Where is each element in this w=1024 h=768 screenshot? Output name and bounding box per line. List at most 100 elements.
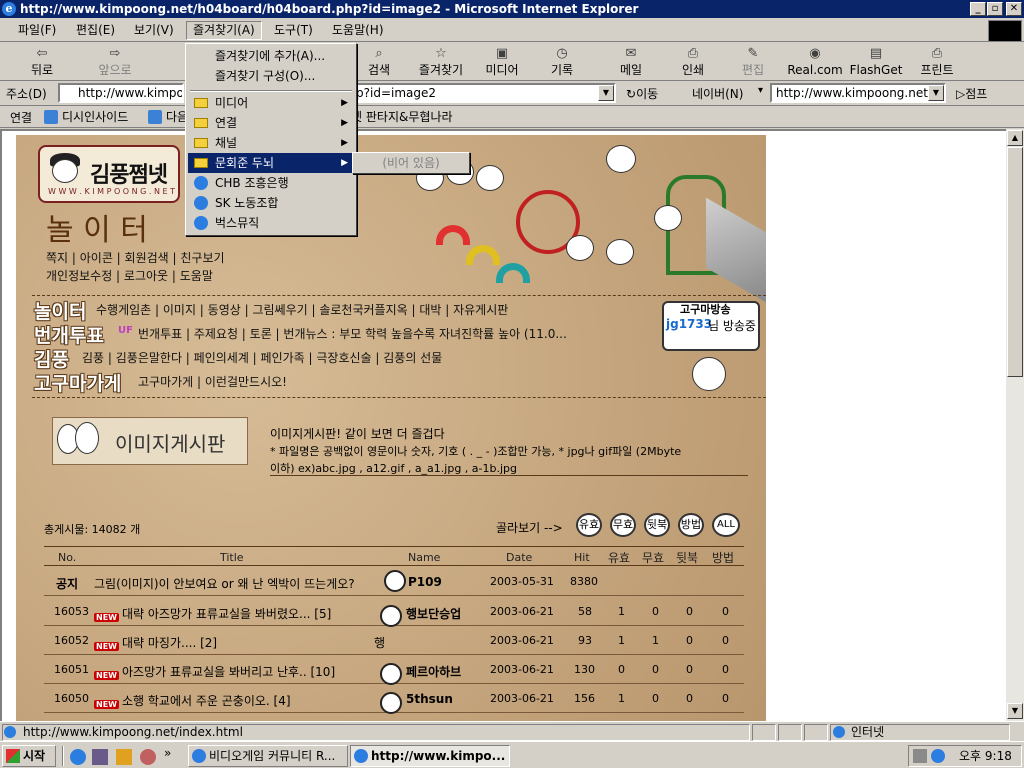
menu-separator (190, 90, 352, 92)
menu-link-chb[interactable]: CHB 조흥은행 (188, 173, 354, 193)
minimize-button[interactable]: _ (970, 2, 986, 16)
edit-button[interactable]: ✎ 편집 (736, 45, 770, 79)
broadcast-bubble[interactable]: 고구마방송 jg1733 님 방송중 (662, 301, 760, 351)
restore-button[interactable]: ▫ (987, 2, 1003, 16)
naver-url-dropdown-icon[interactable]: ▼ (928, 85, 944, 101)
table-row[interactable]: 16050 NEW 소행 학교에서 주운 곤충이오. [4] 5thsun 20… (44, 684, 744, 714)
slide (706, 197, 766, 303)
nav-links-shop[interactable]: 고구마가게 | 이런걸만드시오! (138, 373, 287, 390)
menu-add-favorite[interactable]: 즐겨찾기에 추가(A)... (188, 46, 354, 66)
address-input-tail[interactable]: p?id=image2 ▼ (352, 83, 616, 103)
post-author[interactable]: 행 (374, 634, 385, 651)
nav-title-vote[interactable]: 번개투표 (34, 321, 104, 348)
character-face-icon (606, 145, 636, 173)
flashget-button[interactable]: ▤ FlashGet (848, 45, 904, 79)
page-viewport: 김풍쩜넷 W W W . K I M P O O N G . N E T 놀 이… (0, 129, 1006, 721)
scroll-up-icon[interactable]: ▲ (1007, 130, 1023, 146)
table-row[interactable]: 16051 NEW 아즈망가 표류교실을 봐버리고 난후.. [10] 페르아하… (44, 655, 744, 685)
menu-folder-munhoejun[interactable]: 문회준 두뇌 ▶ (188, 153, 354, 173)
quicklaunch-icon[interactable] (116, 749, 132, 765)
printer-plugin-button[interactable]: ⎙ 프린트 (914, 45, 960, 79)
link-dcinside[interactable]: 디시인사이드 (44, 108, 128, 126)
menu-organize-favorites[interactable]: 즐겨찾기 구성(O)... (188, 66, 354, 86)
jump-button[interactable]: ▷점프 (956, 85, 987, 102)
pen-icon[interactable] (913, 749, 927, 763)
post-author[interactable]: 페르아하브 (406, 663, 461, 680)
menu-tools[interactable]: 도구(T) (268, 21, 319, 40)
filter-valid-button[interactable]: 유효 (576, 513, 602, 537)
filter-late-button[interactable]: 뒷북 (644, 513, 670, 537)
search-icon: ⌕ (375, 46, 383, 61)
post-title[interactable]: 그림(이미지)이 안보여요 or 왜 난 엑박이 뜨는게오? (94, 575, 355, 592)
broadcast-user[interactable]: jg1733 (666, 317, 712, 331)
menu-link-sk[interactable]: SK 노동조합 (188, 193, 354, 213)
post-title[interactable]: 대략 마징가.... [2] (122, 634, 217, 651)
menu-edit[interactable]: 편집(E) (70, 21, 121, 40)
menu-help[interactable]: 도움말(H) (326, 21, 390, 40)
scroll-down-icon[interactable]: ▼ (1007, 703, 1023, 719)
nav-title-playground[interactable]: 놀이터 (34, 297, 86, 324)
post-title[interactable]: 소행 학교에서 주운 곤충이오. [4] (122, 692, 291, 709)
ie-page-icon (354, 749, 368, 763)
realcom-button[interactable]: ◉ Real.com (784, 45, 846, 79)
nav-title-kimpoong[interactable]: 김풍 (34, 345, 69, 372)
post-author[interactable]: 행보단승업 (406, 605, 461, 622)
table-row-notice[interactable]: 공지 그림(이미지)이 안보여요 or 왜 난 엑박이 뜨는게오? P109 2… (44, 567, 744, 596)
filter-method-button[interactable]: 방법 (678, 513, 704, 537)
media-button[interactable]: ▣ 미디어 (480, 45, 524, 79)
tire-red (436, 225, 470, 245)
mail-button[interactable]: ✉ 메일 (614, 45, 648, 79)
filter-invalid-button[interactable]: 무효 (610, 513, 636, 537)
folder-icon (194, 158, 208, 168)
user-links-2[interactable]: 개인정보수정 | 로그아웃 | 도움말 (46, 267, 213, 284)
menu-folder-links[interactable]: 연결 ▶ (188, 113, 354, 133)
post-title[interactable]: 대략 아즈망가 표류교실을 봐버렸오... [5] (122, 605, 331, 622)
table-row[interactable]: 16053 NEW 대략 아즈망가 표류교실을 봐버렸오... [5] 행보단승… (44, 597, 744, 627)
nav-links-playground[interactable]: 수행게임촌 | 이미지 | 동영상 | 그림쎄우기 | 솔로천국커플지옥 | 대… (96, 301, 508, 318)
post-title[interactable]: 아즈망가 표류교실을 봐버리고 난후.. [10] (122, 663, 335, 680)
user-links-1[interactable]: 쪽지 | 아이콘 | 회원검색 | 친구보기 (46, 249, 225, 266)
search-button[interactable]: ⌕ 검색 (360, 45, 398, 79)
globe-icon[interactable] (931, 749, 945, 763)
nav-title-shop[interactable]: 고구마가게 (34, 369, 121, 396)
forward-arrow-icon: ⇨ (109, 46, 121, 61)
favorites-button[interactable]: ☆ 즐겨찾기 (414, 45, 468, 79)
menu-favorites[interactable]: 즐겨찾기(A) (186, 21, 262, 40)
scroll-thumb[interactable] (1007, 147, 1023, 377)
nav-links-vote[interactable]: 번개투표 | 주제요청 | 토론 | 번개뉴스 : 부모 학력 높을수록 자녀진… (138, 325, 567, 342)
vertical-scrollbar[interactable]: ▲ ▼ (1006, 129, 1024, 721)
post-author[interactable]: P109 (408, 575, 442, 589)
address-input[interactable]: http://www.kimpo (58, 83, 184, 103)
naver-label: 네이버(N) (692, 87, 744, 101)
go-button[interactable]: ↻이동 (626, 85, 658, 102)
menu-folder-media[interactable]: 미디어 ▶ (188, 93, 354, 113)
history-button[interactable]: ◷ 기록 (545, 45, 579, 79)
naver-url-input[interactable]: http://www.kimpoong.net/▼ (770, 83, 946, 103)
quicklaunch-icon[interactable] (140, 749, 156, 765)
start-button[interactable]: 시작 (2, 745, 56, 767)
menu-link-bugs[interactable]: 벅스뮤직 (188, 213, 354, 233)
quicklaunch-more-icon[interactable]: » (164, 746, 171, 760)
naver-dropdown-icon[interactable]: ▾ (758, 85, 763, 96)
task-videogame[interactable]: 비디오게임 커뮤니티 R... (188, 745, 348, 767)
menu-file[interactable]: 파일(F) (12, 21, 62, 40)
toolbar: ⇦ 뒤로 ⇨ 앞으로 ⌕ 검색 ☆ 즐겨찾기 ▣ 미디어 ◷ 기록 ✉ 메일 ⎙ 인쇄 ✎ 편집 … (0, 43, 1024, 81)
post-author[interactable]: 5thsun (406, 692, 453, 706)
back-button[interactable]: ⇦ 뒤로 (18, 45, 66, 79)
address-dropdown-icon[interactable]: ▼ (598, 85, 614, 101)
menu-folder-channels[interactable]: 채널 ▶ (188, 133, 354, 153)
nav-links-kimpoong[interactable]: 김풍 | 김풍은말한다 | 페인의세계 | 페인가족 | 극장호신술 | 김풍의… (82, 349, 442, 366)
menu-view[interactable]: 보기(V) (128, 21, 180, 40)
forward-button[interactable]: ⇨ 앞으로 (90, 45, 140, 79)
taskbar: 시작 » 비디오게임 커뮤니티 R... http://www.kimpo...… (0, 741, 1024, 768)
quicklaunch-ie-icon[interactable] (70, 749, 86, 765)
close-button[interactable]: ✕ (1006, 2, 1022, 16)
site-logo[interactable]: 김풍쩜넷 W W W . K I M P O O N G . N E T (38, 145, 180, 203)
link-daum[interactable]: 다음 (148, 108, 188, 126)
quicklaunch-icon[interactable] (92, 749, 108, 765)
task-kimpoong[interactable]: http://www.kimpo... (350, 745, 510, 767)
title-bar: e http://www.kimpoong.net/h04board/h04bo… (0, 0, 1024, 18)
filter-all-button[interactable]: ALL (712, 513, 740, 537)
table-row[interactable]: 16052 NEW 대략 마징가.... [2] 행 2003-06-21 93… (44, 626, 744, 655)
print-button[interactable]: ⎙ 인쇄 (676, 45, 710, 79)
